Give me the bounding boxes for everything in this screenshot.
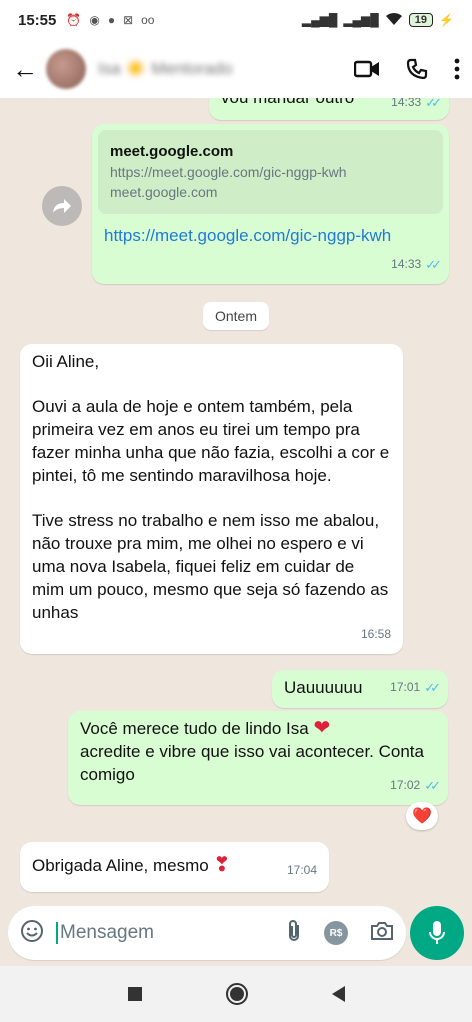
link-preview-domain: meet.google.com [110,184,218,200]
read-receipt-icon: ✓✓ [425,98,442,110]
attach-icon[interactable] [286,919,302,948]
message-link[interactable]: https://meet.google.com/gic-nggp-kwh [98,214,443,247]
signal-icon-2: ▂▄▆█ [343,13,379,27]
camera-icon[interactable] [370,921,394,946]
heart-emoji-icon: ❣ [213,854,231,876]
contact-name[interactable]: Isa ☀️ Mentorado [98,59,233,79]
message-text: Você merece tudo de lindo Isa [80,719,309,738]
message-bubble-outgoing[interactable]: vou mandar outro 14:33 ✓✓ [209,98,449,120]
notification-icons: ⏰ ◉ ● ⊠ oo [66,13,154,27]
back-arrow-icon[interactable]: ← [12,54,38,85]
avatar[interactable] [46,49,86,89]
read-receipt-icon: ✓✓ [424,680,441,695]
signal-icon: ▂▄▆█ [301,13,338,27]
message-meta: 16:58 [361,623,391,646]
header-actions [354,58,460,80]
alarm-icon: ⏰ [66,13,82,27]
battery-icon: 19 [408,13,434,27]
chat-area[interactable]: vou mandar outro 14:33 ✓✓ meet.google.co… [0,98,472,904]
app-icon: ⊠ [123,13,134,27]
recent-apps-icon[interactable] [127,987,142,1001]
message-bubble-incoming[interactable]: Oii Aline, Ouvi a aula de hoje e ontem t… [20,344,403,654]
reaction-badge[interactable]: ❤️ [406,802,438,830]
link-preview-url: https://meet.google.com/gic-nggp-kwh [110,164,347,180]
back-icon[interactable] [331,986,345,1002]
status-time: 15:55 [18,11,57,29]
link-preview-title: meet.google.com [110,143,234,160]
message-time: 17:02 [390,778,421,792]
whatsapp-icon: ◉ [89,13,100,27]
message-text: Uauuuuuu [284,678,363,697]
message-meta: 17:04 [287,859,317,882]
message-time: 14:33 [391,98,422,109]
message-text: Ouvi a aula de hoje e ontem também, pela… [32,397,390,485]
message-time: 17:01 [390,680,421,694]
forward-button[interactable] [42,186,82,226]
message-bubble-outgoing[interactable]: Você merece tudo de lindo Isa ❤ acredite… [68,711,448,805]
payment-icon[interactable]: R$ [324,921,348,945]
read-receipt-icon: ✓✓ [424,778,441,793]
message-composer: R$ [8,906,406,960]
message-text: Obrigada Aline, mesmo [32,856,209,875]
charging-icon: ⚡ [439,13,454,27]
system-nav-bar [0,966,472,1022]
message-meta: 14:33 ✓✓ [391,253,442,276]
chat-icon: ● [107,13,116,27]
message-meta: 14:33 ✓✓ [391,98,442,114]
message-text: vou mandar outro [221,98,354,107]
more-options-icon[interactable] [454,58,460,80]
message-time: 17:04 [286,863,317,877]
message-text: acredite e vibre que isso vai acontecer.… [80,742,424,784]
home-icon[interactable] [225,983,248,1005]
chat-header: ← Isa ☀️ Mentorado [0,40,472,98]
date-separator: Ontem [203,302,269,330]
voice-call-icon[interactable] [406,58,428,80]
composer-icons: R$ [286,919,394,948]
message-meta: 17:02 ✓✓ [390,774,441,797]
link-preview[interactable]: meet.google.com https://meet.google.com/… [98,130,443,214]
emoji-icon[interactable] [20,919,44,948]
message-time: 16:58 [360,627,391,641]
microphone-button[interactable] [410,906,464,960]
read-receipt-icon: ✓✓ [425,257,442,272]
status-bar: 15:55 ⏰ ◉ ● ⊠ oo ▂▄▆█ ▂▄▆█ 19 ⚡ [0,0,472,40]
heart-emoji-icon: ❤ [313,717,331,739]
message-bubble-incoming[interactable]: Obrigada Aline, mesmo ❣ 17:04 [20,842,329,892]
message-text: Tive stress no trabalho e nem isso me ab… [32,511,389,622]
wifi-icon [385,12,403,29]
message-input[interactable] [56,922,236,944]
microphone-icon [429,921,445,944]
video-call-icon[interactable] [354,59,380,79]
status-right: ▂▄▆█ ▂▄▆█ 19 ⚡ [302,12,454,29]
voicemail-icon: oo [141,13,155,27]
message-text: Oii Aline, [32,352,100,371]
message-meta: 17:01 ✓✓ [390,676,441,699]
message-time: 14:33 [391,257,422,271]
message-bubble-outgoing[interactable]: meet.google.com https://meet.google.com/… [92,124,449,284]
message-bubble-outgoing[interactable]: Uauuuuuu 17:01 ✓✓ [272,670,448,708]
